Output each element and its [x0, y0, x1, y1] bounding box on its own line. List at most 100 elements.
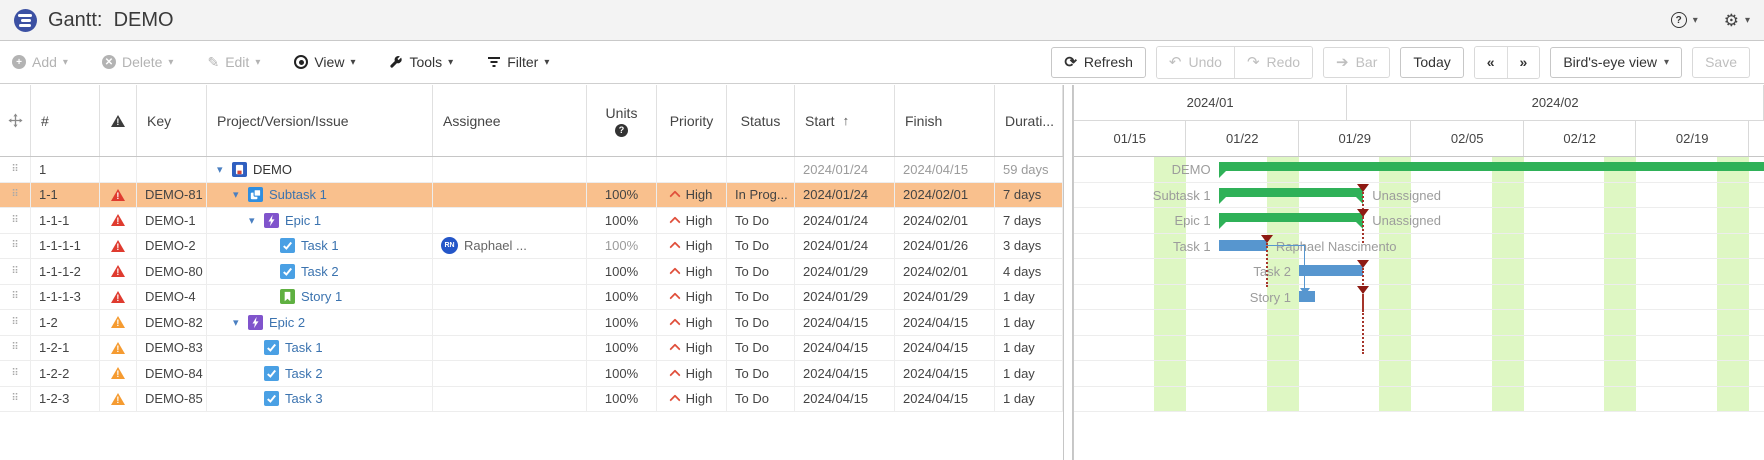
- help-caret-icon[interactable]: ▾: [1693, 15, 1698, 26]
- expand-caret-icon[interactable]: ▾: [249, 214, 264, 227]
- finish-date: 2024/01/29: [895, 285, 995, 310]
- status-cell: In Prog...: [727, 183, 795, 208]
- help-icon[interactable]: ?: [615, 124, 628, 137]
- save-button[interactable]: Save: [1692, 47, 1750, 78]
- table-row[interactable]: ⠿ 1-1-1-1 DEMO-2 Task 1 RNRaphael ... 10…: [0, 234, 1063, 260]
- column-header-status[interactable]: Status: [727, 85, 795, 156]
- issue-cell: Task 2: [207, 259, 433, 284]
- gantt-summary-bar[interactable]: [1219, 188, 1364, 197]
- column-header-start[interactable]: Start ↑: [795, 85, 895, 156]
- gantt-task-bar[interactable]: [1219, 240, 1267, 251]
- column-header-finish[interactable]: Finish: [895, 85, 995, 156]
- column-header-duration[interactable]: Durati...: [995, 85, 1063, 156]
- subtask-icon: [248, 187, 263, 202]
- table-row[interactable]: ⠿ 1-1-1-3 DEMO-4 Story 1 100% High To Do…: [0, 285, 1063, 311]
- redo-button[interactable]: ↷ Redo: [1234, 47, 1312, 78]
- drag-handle[interactable]: ⠿: [0, 285, 31, 310]
- today-button[interactable]: Today: [1400, 47, 1463, 78]
- gantt-summary-bar[interactable]: [1219, 162, 1764, 171]
- view-button[interactable]: View▾: [294, 54, 355, 70]
- table-row[interactable]: ⠿ 1-1-1 DEMO-1 ▾Epic 1 100% High To Do 2…: [0, 208, 1063, 234]
- drag-handle[interactable]: ⠿: [0, 208, 31, 233]
- timeline-week: 02/05: [1411, 121, 1523, 156]
- column-header-units[interactable]: Units ?: [587, 85, 657, 156]
- drag-handle[interactable]: ⠿: [0, 361, 31, 386]
- issue-link[interactable]: Task 3: [285, 391, 323, 406]
- warning-icon: [111, 115, 125, 127]
- column-header-assignee[interactable]: Assignee: [433, 85, 587, 156]
- issue-key: DEMO-4: [137, 285, 207, 310]
- status-cell: To Do: [727, 336, 795, 361]
- expand-caret-icon[interactable]: ▾: [233, 188, 248, 201]
- issue-key: DEMO-80: [137, 259, 207, 284]
- add-button[interactable]: + Add▾: [12, 54, 68, 70]
- duration-cell: 4 days: [995, 259, 1063, 284]
- table-row[interactable]: ⠿ 1-2-2 DEMO-84 Task 2 100% High To Do 2…: [0, 361, 1063, 387]
- issue-link[interactable]: Story 1: [301, 289, 342, 304]
- deadline-marker-icon: [1357, 184, 1369, 192]
- table-row[interactable]: ⠿ 1 ▾DEMO 2024/01/24 2024/04/15 59 days: [0, 157, 1063, 183]
- scroll-right-button[interactable]: »: [1507, 47, 1540, 78]
- dependency-connector: [1304, 245, 1306, 288]
- drag-handle[interactable]: ⠿: [0, 157, 31, 182]
- grid-chart-splitter[interactable]: [1063, 85, 1073, 460]
- issue-link[interactable]: Task 2: [301, 264, 339, 279]
- delete-button[interactable]: ✕ Delete▾: [102, 54, 174, 70]
- issue-link[interactable]: Task 1: [301, 238, 339, 253]
- summary-bar-tip: [1219, 222, 1226, 229]
- row-warning: [100, 157, 137, 182]
- column-header-warning[interactable]: [100, 85, 137, 156]
- warning-icon: [111, 367, 125, 379]
- help-icon[interactable]: ?: [1671, 12, 1687, 28]
- status-cell: To Do: [727, 361, 795, 386]
- chevron-down-icon: ▾: [544, 57, 549, 68]
- assignee-cell: [433, 336, 587, 361]
- filter-button[interactable]: Filter▾: [487, 54, 549, 70]
- settings-caret-icon[interactable]: ▾: [1745, 15, 1750, 26]
- issue-link[interactable]: Epic 2: [269, 315, 305, 330]
- issue-link[interactable]: Task 2: [285, 366, 323, 381]
- priority-label: High: [686, 289, 713, 304]
- issue-cell: ▾ Subtask 1: [207, 183, 433, 208]
- scroll-left-button[interactable]: «: [1475, 47, 1507, 78]
- undo-button[interactable]: ↶ Undo: [1157, 47, 1234, 78]
- column-header-issue[interactable]: Project/Version/Issue: [207, 85, 433, 156]
- deadline-marker-icon: [1357, 260, 1369, 268]
- table-row[interactable]: ⠿ 1-2-3 DEMO-85 Task 3 100% High To Do 2…: [0, 387, 1063, 413]
- drag-handle[interactable]: ⠿: [0, 183, 31, 208]
- expand-caret-icon[interactable]: ▾: [217, 163, 232, 176]
- timeline-week: [1749, 121, 1764, 156]
- column-header-key[interactable]: Key: [137, 85, 207, 156]
- table-row[interactable]: ⠿ 1-2 DEMO-82 ▾Epic 2 100% High To Do 20…: [0, 310, 1063, 336]
- gantt-assignee-label: Unassigned: [1372, 183, 1441, 209]
- drag-handle[interactable]: ⠿: [0, 387, 31, 412]
- issue-link[interactable]: Task 1: [285, 340, 323, 355]
- grid-header: # Key Project/Version/Issue Assignee Uni…: [0, 85, 1063, 157]
- refresh-button[interactable]: ⟳ Refresh: [1051, 47, 1146, 78]
- column-header-num[interactable]: #: [31, 85, 100, 156]
- issue-link[interactable]: Subtask 1: [269, 187, 327, 202]
- edit-button[interactable]: ✎ Edit▾: [207, 54, 260, 71]
- zoom-mode-dropdown[interactable]: Bird's-eye view ▾: [1550, 47, 1682, 78]
- start-date: 2024/01/24: [795, 183, 895, 208]
- table-row[interactable]: ⠿ 1-1-1-2 DEMO-80 Task 2 100% High To Do…: [0, 259, 1063, 285]
- expand-caret-icon[interactable]: ▾: [233, 316, 248, 329]
- column-header-priority[interactable]: Priority: [657, 85, 727, 156]
- tools-button[interactable]: Tools▾: [389, 54, 453, 70]
- bar-button[interactable]: ➔ Bar: [1323, 47, 1390, 78]
- duration-cell: 1 day: [995, 310, 1063, 335]
- issue-link[interactable]: Epic 1: [285, 213, 321, 228]
- drag-handle[interactable]: ⠿: [0, 336, 31, 361]
- status-cell: To Do: [727, 387, 795, 412]
- gantt-summary-bar[interactable]: [1219, 213, 1364, 222]
- assignee-cell: [433, 361, 587, 386]
- priority-cell: High: [657, 361, 727, 386]
- priority-high-icon: [669, 318, 680, 329]
- gear-icon[interactable]: ⚙: [1724, 12, 1739, 29]
- drag-handle[interactable]: ⠿: [0, 259, 31, 284]
- drag-handle[interactable]: ⠿: [0, 234, 31, 259]
- gantt-task-bar[interactable]: [1299, 265, 1363, 276]
- table-row[interactable]: ⠿ 1-2-1 DEMO-83 Task 1 100% High To Do 2…: [0, 336, 1063, 362]
- table-row[interactable]: ⠿ 1-1 DEMO-81 ▾Subtask 1 100% High In Pr…: [0, 183, 1063, 209]
- drag-handle[interactable]: ⠿: [0, 310, 31, 335]
